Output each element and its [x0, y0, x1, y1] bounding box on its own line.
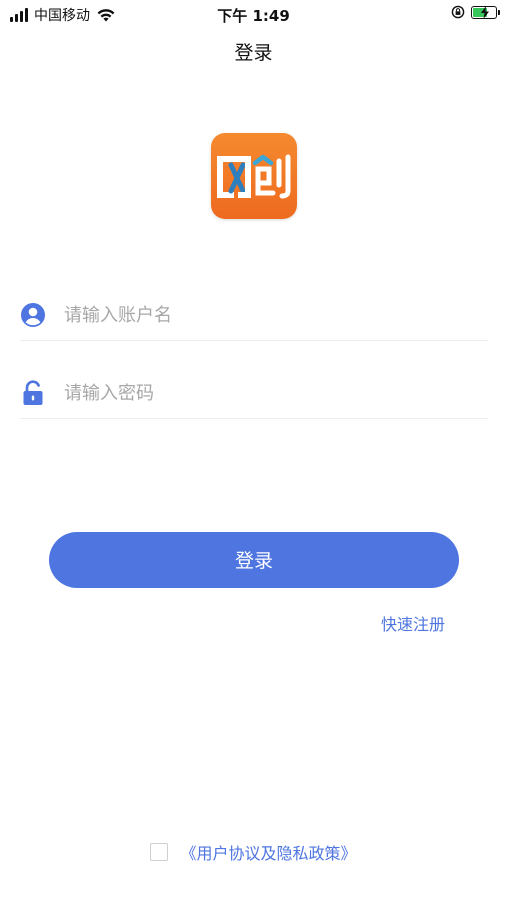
policy-link[interactable]: 《用户协议及隐私政策》: [180, 840, 356, 864]
user-icon: [21, 303, 45, 327]
agreement-checkbox[interactable]: [150, 843, 169, 861]
battery-charging-icon: [471, 5, 500, 19]
status-time: 下午 1:49: [217, 7, 290, 25]
lock-icon: [23, 380, 43, 405]
page-title: 登录: [234, 42, 273, 64]
register-link[interactable]: 快速注册: [381, 611, 445, 635]
password-field-row: [20, 366, 488, 419]
agreement-row: 《用户协议及隐私政策》: [0, 840, 507, 864]
password-input[interactable]: [62, 376, 486, 410]
app-logo: [211, 133, 297, 219]
username-input[interactable]: [62, 298, 486, 332]
username-field-row: [20, 288, 488, 341]
status-bar: 中国移动 下午 1:49: [0, 0, 507, 28]
rotation-lock-icon: [451, 5, 465, 19]
status-right: [451, 5, 500, 19]
login-button[interactable]: 登录: [49, 532, 459, 588]
